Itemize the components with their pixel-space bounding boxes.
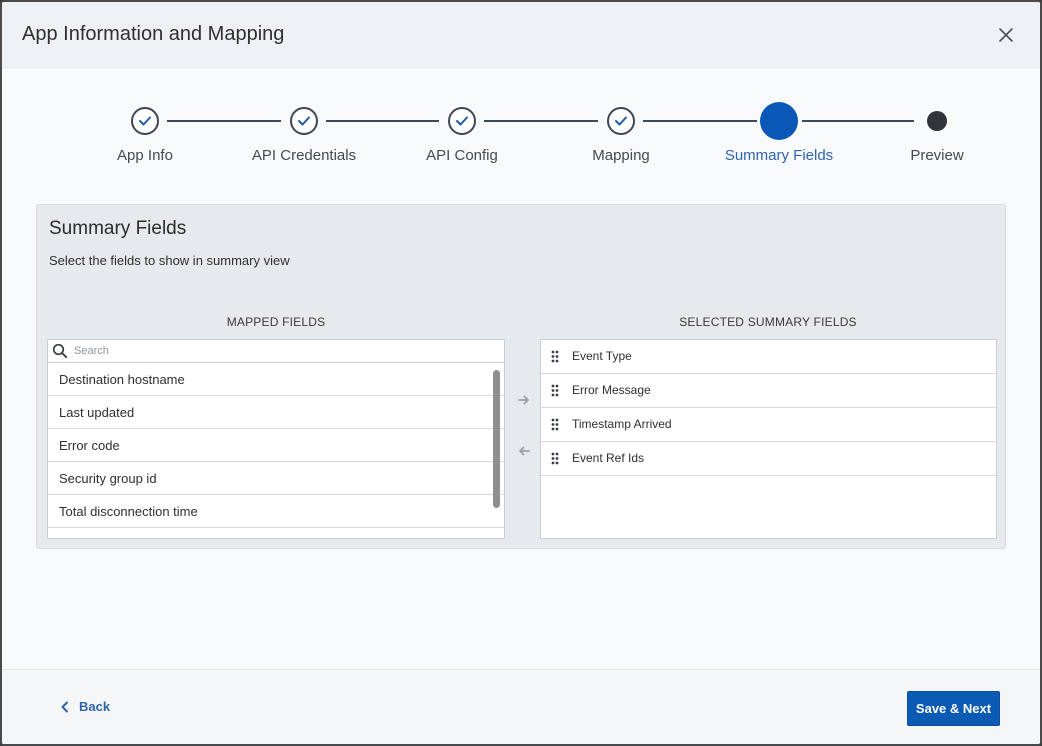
step-connector [802,120,914,122]
step-label-app-info[interactable]: App Info [117,147,173,164]
list-item[interactable]: Security group id [48,462,504,495]
search-icon [52,343,68,359]
arrow-right-icon [518,395,529,405]
drag-handle-icon[interactable] [551,384,559,397]
modal-footer: Back Save & Next [2,669,1040,744]
step-label-api-config[interactable]: API Config [426,147,498,164]
list-item[interactable]: Destination hostname [48,363,504,396]
list-item[interactable]: Total disconnection time [48,495,504,528]
check-icon [139,116,151,126]
mapped-fields-list: Destination hostname Last updated Error … [47,339,505,539]
save-next-button[interactable]: Save & Next [907,691,1000,726]
step-connector [643,120,757,122]
step-app-info-circle[interactable] [131,107,159,135]
selected-item-label: Event Type [572,349,632,363]
selected-fields-header: SELECTED SUMMARY FIELDS [679,315,857,329]
summary-fields-panel: Summary Fields Select the fields to show… [36,204,1006,549]
panel-subtitle: Select the fields to show in summary vie… [49,253,290,268]
mapped-search-input[interactable] [74,345,474,357]
modal-header: App Information and Mapping [2,2,1040,68]
list-item[interactable]: Error code [48,429,504,462]
modal-title: App Information and Mapping [22,23,285,45]
back-button[interactable]: Back [60,699,110,714]
progress-stepper: App Info API Credentials API Config Mapp… [2,102,1040,172]
drag-handle-icon[interactable] [551,452,559,465]
selected-item-label: Event Ref Ids [572,451,645,465]
chevron-left-icon [61,701,68,712]
drag-handle-icon[interactable] [551,418,559,431]
drag-handle-icon[interactable] [551,350,559,363]
step-label-preview[interactable]: Preview [910,147,963,164]
selected-list-item[interactable]: Timestamp Arrived [541,408,996,442]
back-button-label: Back [79,699,111,714]
check-icon [615,116,627,126]
step-connector [167,120,281,122]
list-item[interactable]: Last updated [48,396,504,429]
step-api-config-circle[interactable] [448,107,476,135]
selected-item-label: Error Message [572,383,651,397]
selected-list-item[interactable]: Event Type [541,340,996,374]
panel-title: Summary Fields [49,218,187,239]
app-info-modal: App Information and Mapping App Info API… [0,0,1042,746]
step-preview-circle[interactable] [927,111,947,131]
step-connector [326,120,439,122]
close-button[interactable] [995,24,1017,46]
check-icon [298,116,310,126]
selected-fields-list: Event Type Error Message Timestamp Arriv… [540,339,997,539]
mapped-list-scrollbar[interactable] [493,370,500,508]
selected-item-label: Timestamp Arrived [572,417,672,431]
step-api-credentials-circle[interactable] [290,107,318,135]
arrow-left-icon [519,446,530,456]
step-label-summary-fields[interactable]: Summary Fields [725,147,833,164]
step-label-api-credentials[interactable]: API Credentials [252,147,356,164]
selected-list-item[interactable]: Event Ref Ids [541,442,996,476]
step-label-mapping[interactable]: Mapping [592,147,650,164]
remove-field-button[interactable] [516,444,532,458]
step-connector [484,120,598,122]
mapped-search-row [48,340,504,363]
step-mapping-circle[interactable] [607,107,635,135]
step-summary-fields-circle[interactable] [760,102,798,140]
selected-list-item[interactable]: Error Message [541,374,996,408]
close-icon [999,28,1013,42]
check-icon [456,116,468,126]
mapped-fields-header: MAPPED FIELDS [226,315,326,329]
add-field-button[interactable] [516,393,532,407]
